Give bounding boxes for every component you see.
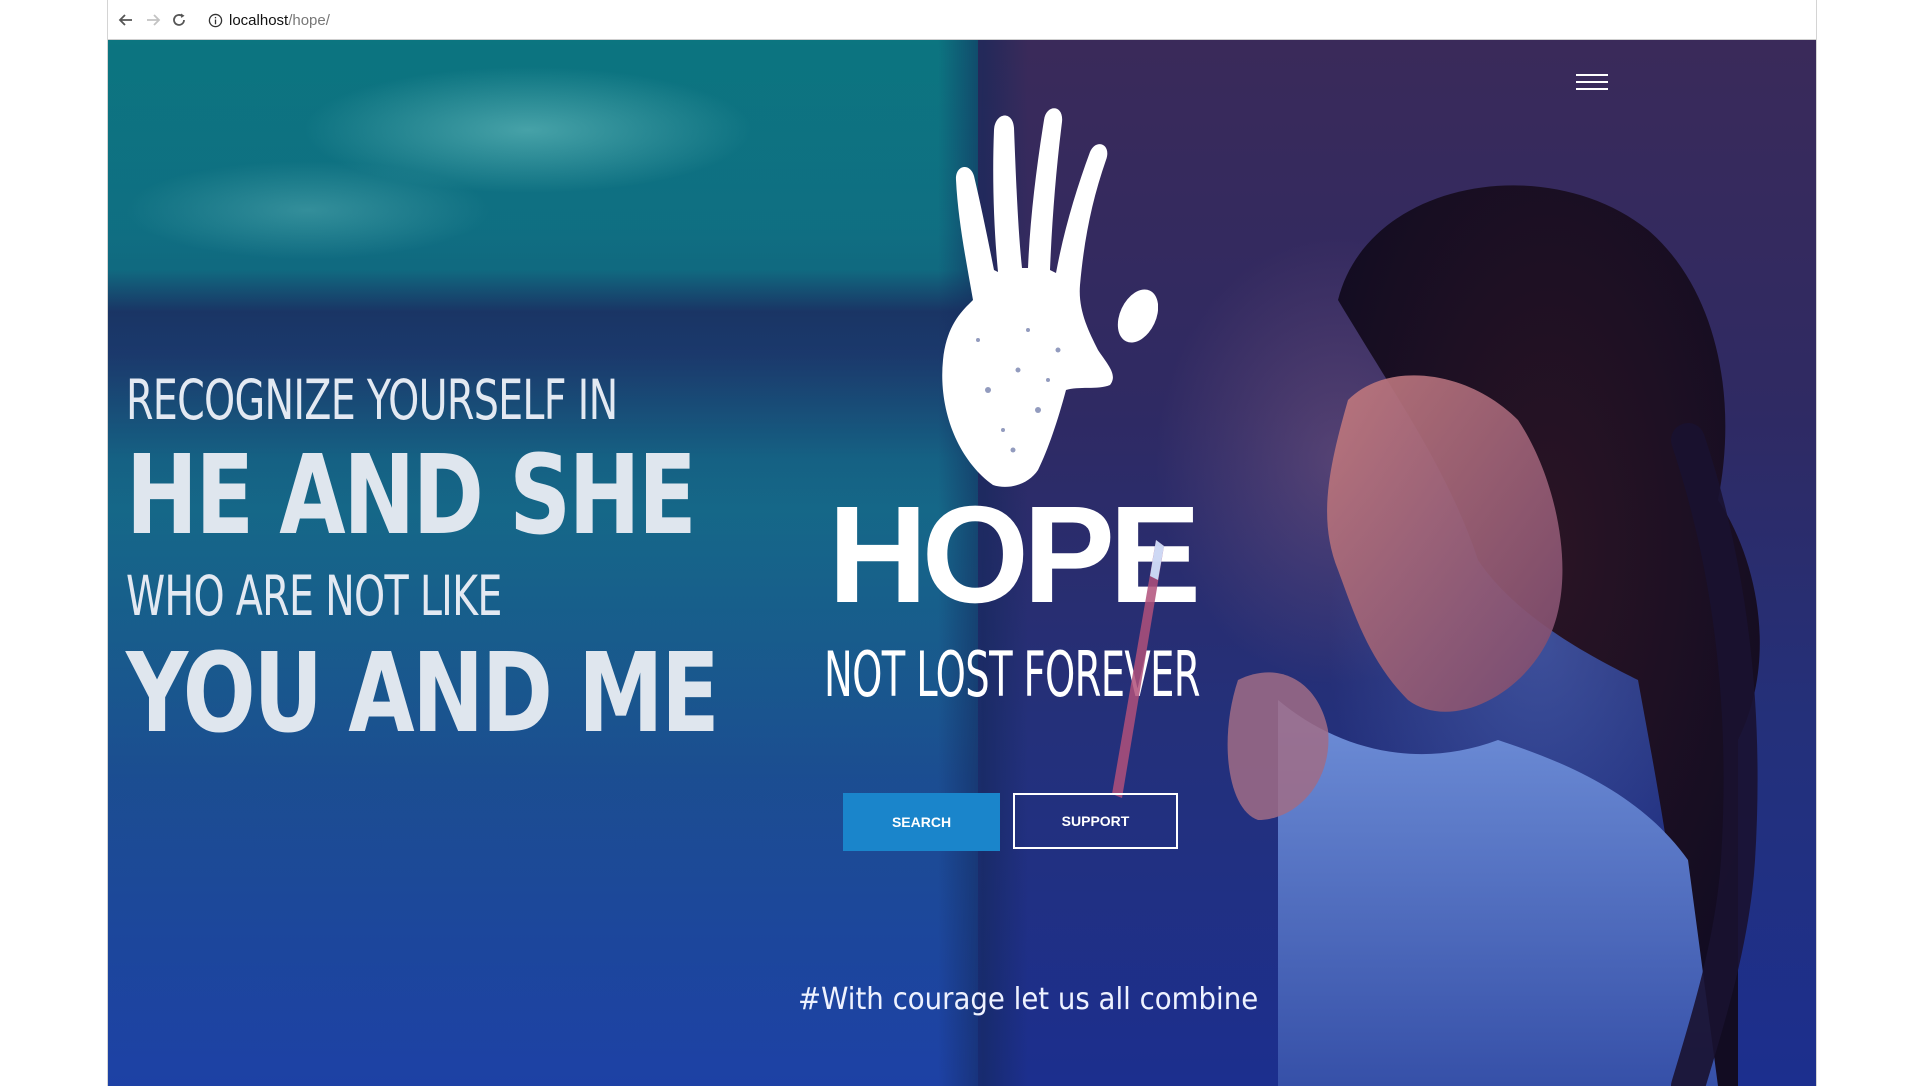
- browser-toolbar: localhost/hope/: [108, 0, 1816, 40]
- logo-subtitle: NOT LOST FOREVER: [824, 638, 1200, 711]
- forward-button[interactable]: [141, 8, 165, 32]
- url-host: localhost: [229, 11, 289, 29]
- search-button[interactable]: SEARCH: [843, 793, 1000, 851]
- tagline-line-2: HE AND SHE: [126, 431, 697, 559]
- address-bar[interactable]: localhost/hope/: [208, 5, 1804, 35]
- hero-section: RECOGNIZE YOURSELF IN HE AND SHE WHO ARE…: [108, 40, 1816, 1086]
- url-path: /hope/: [288, 11, 330, 29]
- tagline-line-4: YOU AND ME: [126, 629, 720, 757]
- menu-bar: [1576, 81, 1608, 83]
- url-text[interactable]: localhost/hope/: [229, 12, 330, 29]
- browser-window: localhost/hope/ RECOGNIZE YOURSELF IN HE…: [107, 0, 1817, 1086]
- girl-photo: [1227, 185, 1760, 1086]
- reload-button[interactable]: [167, 8, 191, 32]
- info-icon[interactable]: [208, 13, 223, 28]
- back-button[interactable]: [114, 8, 138, 32]
- reload-icon: [173, 13, 185, 26]
- support-button[interactable]: SUPPORT: [1013, 793, 1178, 849]
- handprint-icon: [942, 108, 1158, 487]
- arrow-right-icon: [147, 14, 161, 26]
- menu-bar: [1576, 88, 1608, 90]
- pen-in-photo: [1112, 540, 1164, 798]
- hero-tagline: RECOGNIZE YOURSELF IN HE AND SHE WHO ARE…: [126, 365, 726, 749]
- tagline-line-3: WHO ARE NOT LIKE: [126, 564, 502, 628]
- arrow-left-icon: [118, 14, 132, 26]
- hero-hashtag: #With courage let us all combine: [798, 982, 1259, 1017]
- tagline-line-1: RECOGNIZE YOURSELF IN: [126, 368, 618, 432]
- logo-title: HOPE: [828, 478, 1201, 632]
- page: localhost/hope/ RECOGNIZE YOURSELF IN HE…: [0, 0, 1919, 1086]
- menu-bar: [1576, 74, 1608, 76]
- hamburger-menu-icon[interactable]: [1576, 72, 1608, 94]
